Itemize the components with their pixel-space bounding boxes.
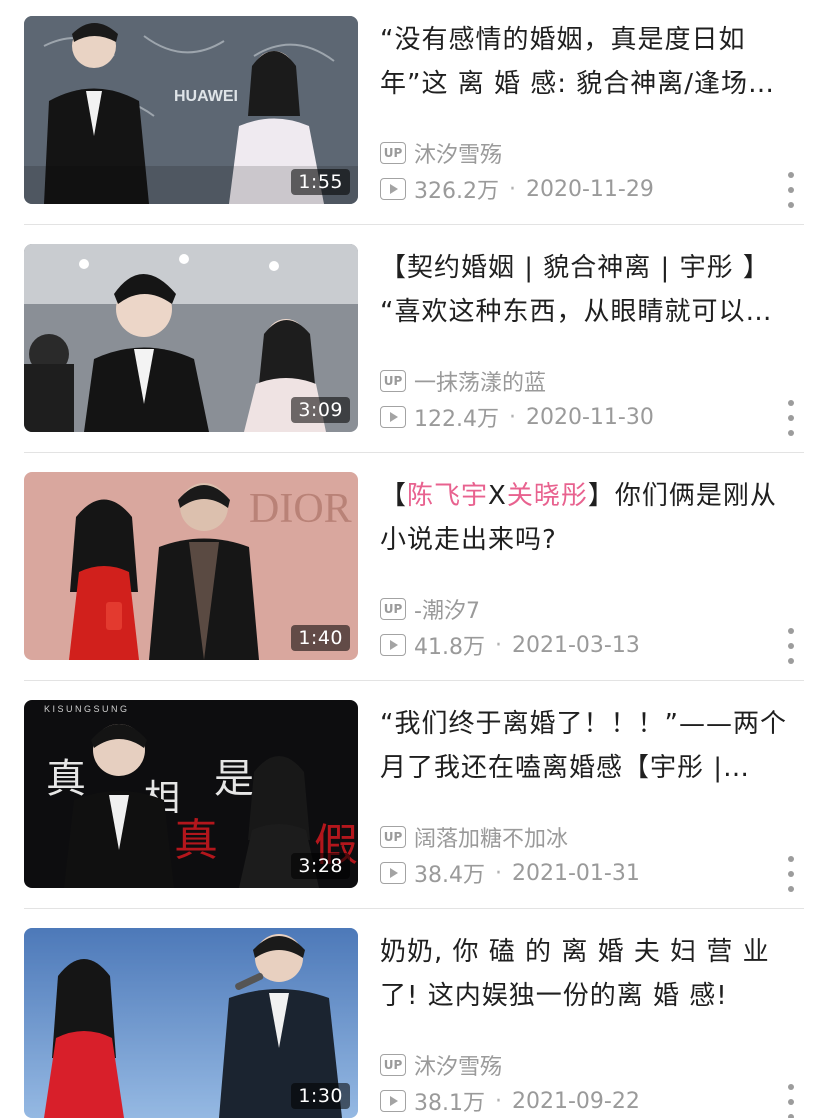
video-title[interactable]: “我们终于离婚了！！！”——两个 月了我还在嗑离婚感【宇彤 |…: [380, 702, 804, 790]
up-badge-icon: UP: [380, 370, 406, 392]
separator-dot: ·: [508, 404, 516, 430]
up-badge-icon: UP: [380, 142, 406, 164]
title-bracket: 【: [380, 481, 408, 511]
view-count: 41.8万: [414, 635, 485, 660]
uploader-name[interactable]: -潮汐7: [414, 593, 480, 625]
uploader-name[interactable]: 阔落加糖不加冰: [414, 821, 568, 853]
video-thumbnail[interactable]: HUAWEI 1:55: [24, 16, 358, 204]
video-title-line: 【陈飞宇X关晓彤】你们俩是刚从: [380, 474, 804, 518]
play-count-icon: [380, 178, 406, 200]
video-card[interactable]: K I S U N G S U N G 真 相 是 真 假 3:28 “我们终于…: [0, 684, 828, 912]
uploader-row[interactable]: UP -潮汐7: [380, 594, 480, 624]
video-thumbnail[interactable]: K I S U N G S U N G 真 相 是 真 假 3:28: [24, 700, 358, 888]
video-title-line: “喜欢这种东西，从眼睛就可以…: [380, 297, 773, 327]
divider: [24, 452, 804, 453]
video-title[interactable]: 【陈飞宇X关晓彤】你们俩是刚从 小说走出来吗?: [380, 474, 804, 562]
upload-date: 2021-09-22: [512, 1088, 640, 1114]
video-card[interactable]: HUAWEI 1:55 “没有感情的婚姻，真是度日如 年”这 离 婚 感: 貌合…: [0, 0, 828, 228]
thumb-top-text: K I S U N G S U N G: [44, 704, 127, 714]
video-duration: 1:55: [291, 169, 350, 195]
upload-date: 2021-03-13: [512, 632, 640, 658]
thumb-char: 真: [46, 756, 86, 802]
upload-date: 2020-11-29: [525, 176, 654, 202]
video-duration: 3:28: [291, 853, 350, 879]
view-count: 326.2万: [414, 179, 499, 204]
video-title-line: 了! 这内娱独一份的离 婚 感!: [380, 981, 728, 1011]
more-vertical-icon[interactable]: [784, 172, 798, 208]
video-stats: 122.4万 · 2020-11-30: [380, 402, 654, 432]
video-title-line: 年”这 离 婚 感: 貌合神离/逢场…: [380, 69, 776, 99]
video-title[interactable]: 【契约婚姻 | 貌合神离 | 宇彤 】 “喜欢这种东西，从眼睛就可以…: [380, 246, 804, 334]
video-title-line: 奶奶, 你 磕 的 离 婚 夫 妇 营 业: [380, 937, 770, 967]
video-stats: 326.2万 · 2020-11-29: [380, 174, 654, 204]
play-count-icon: [380, 862, 406, 884]
video-thumbnail[interactable]: 1:30: [24, 928, 358, 1118]
video-thumbnail[interactable]: 3:09: [24, 244, 358, 432]
view-count: 122.4万: [414, 407, 499, 432]
more-vertical-icon[interactable]: [784, 400, 798, 436]
title-x: X: [488, 481, 507, 511]
video-title-line: 小说走出来吗?: [380, 525, 557, 555]
uploader-name[interactable]: 一抹荡漾的蓝: [414, 365, 546, 397]
upload-date: 2020-11-30: [525, 404, 654, 430]
video-title-line: 【契约婚姻 | 貌合神离 | 宇彤 】: [380, 253, 770, 283]
separator-dot: ·: [495, 860, 502, 886]
video-thumbnail[interactable]: DIOR 1:40: [24, 472, 358, 660]
video-duration: 3:09: [291, 397, 350, 423]
upload-date: 2021-01-31: [512, 860, 640, 886]
video-card[interactable]: 3:09 【契约婚姻 | 貌合神离 | 宇彤 】 “喜欢这种东西，从眼睛就可以……: [0, 228, 828, 456]
video-card[interactable]: 1:30 奶奶, 你 磕 的 离 婚 夫 妇 营 业 了! 这内娱独一份的离 婚…: [0, 912, 828, 1118]
divider: [24, 680, 804, 681]
up-badge-icon: UP: [380, 826, 406, 848]
title-rest: 】你们俩是刚从: [587, 481, 777, 511]
video-card[interactable]: DIOR 1:40 【陈飞宇X关晓彤】你们俩是刚从 小说走出来吗? UP -潮汐…: [0, 456, 828, 684]
title-highlight-name: 关晓彤: [506, 481, 588, 511]
video-title-line: 月了我还在嗑离婚感【宇彤 |…: [380, 753, 751, 783]
uploader-name[interactable]: 沐汐雪殇: [414, 1049, 502, 1081]
video-duration: 1:30: [291, 1083, 350, 1109]
up-badge-icon: UP: [380, 1054, 406, 1076]
video-stats: 38.1万 · 2021-09-22: [380, 1086, 640, 1116]
up-badge-icon: UP: [380, 598, 406, 620]
thumb-brand-text: HUAWEI: [174, 88, 238, 105]
more-vertical-icon[interactable]: [784, 628, 798, 664]
uploader-name[interactable]: 沐汐雪殇: [414, 137, 502, 169]
thumb-char: 是: [214, 756, 254, 802]
thumb-brand-text: DIOR: [249, 486, 352, 532]
play-count-icon: [380, 634, 406, 656]
video-title[interactable]: 奶奶, 你 磕 的 离 婚 夫 妇 营 业 了! 这内娱独一份的离 婚 感!: [380, 930, 804, 1018]
video-stats: 38.4万 · 2021-01-31: [380, 858, 640, 888]
divider: [24, 908, 804, 909]
separator-dot: ·: [495, 1088, 502, 1114]
separator-dot: ·: [508, 176, 516, 202]
video-title-line: “我们终于离婚了！！！”——两个: [380, 709, 787, 739]
uploader-row[interactable]: UP 沐汐雪殇: [380, 138, 502, 168]
video-title-line: “没有感情的婚姻，真是度日如: [380, 25, 746, 55]
view-count: 38.1万: [414, 1091, 485, 1116]
video-stats: 41.8万 · 2021-03-13: [380, 630, 640, 660]
video-list: HUAWEI 1:55 “没有感情的婚姻，真是度日如 年”这 离 婚 感: 貌合…: [0, 0, 828, 1118]
title-highlight-name: 陈飞宇: [407, 481, 489, 511]
uploader-row[interactable]: UP 阔落加糖不加冰: [380, 822, 568, 852]
view-count: 38.4万: [414, 863, 485, 888]
uploader-row[interactable]: UP 沐汐雪殇: [380, 1050, 502, 1080]
video-title[interactable]: “没有感情的婚姻，真是度日如 年”这 离 婚 感: 貌合神离/逢场…: [380, 18, 804, 106]
uploader-row[interactable]: UP 一抹荡漾的蓝: [380, 366, 546, 396]
more-vertical-icon[interactable]: [784, 856, 798, 892]
play-count-icon: [380, 406, 406, 428]
video-duration: 1:40: [291, 625, 350, 651]
more-vertical-icon[interactable]: [784, 1084, 798, 1118]
separator-dot: ·: [495, 632, 502, 658]
play-count-icon: [380, 1090, 406, 1112]
divider: [24, 224, 804, 225]
thumb-char: 真: [174, 815, 218, 866]
